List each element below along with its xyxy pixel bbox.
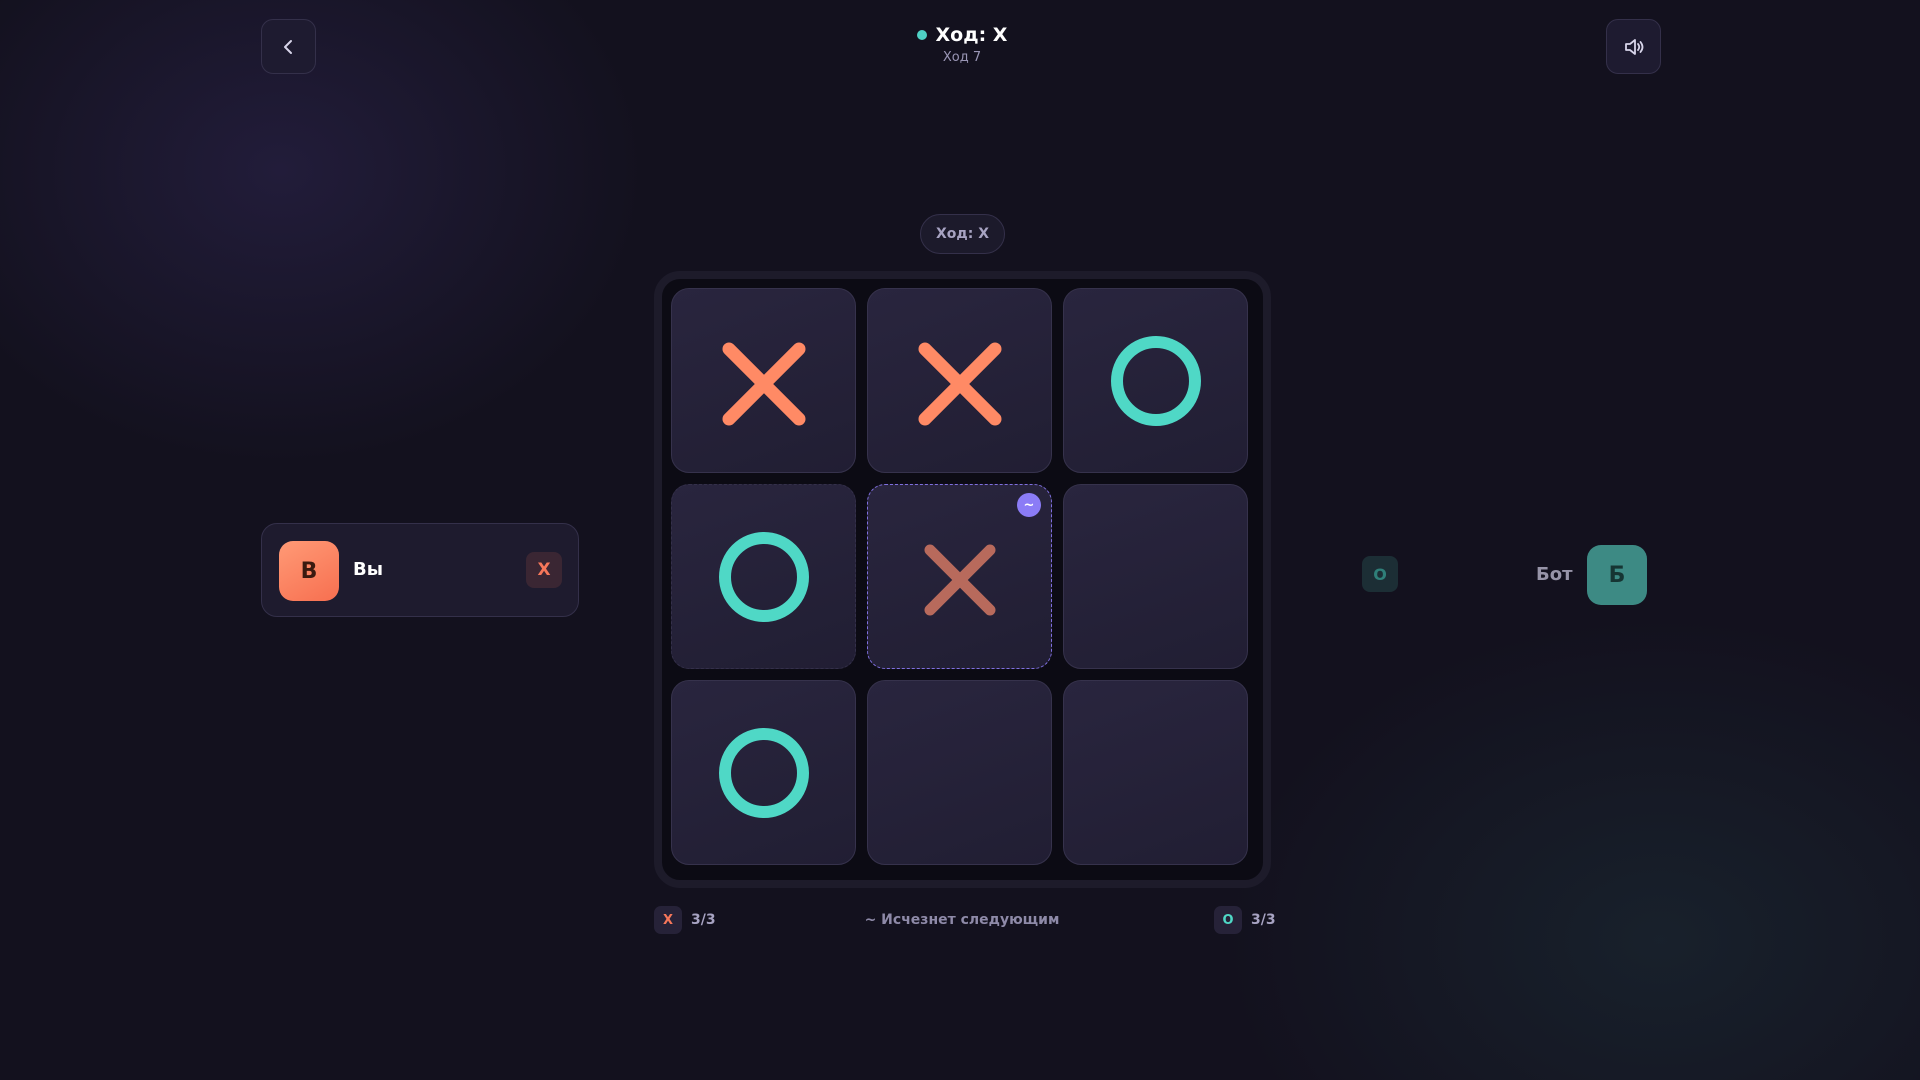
turn-pill: Ход: X xyxy=(920,214,1005,254)
x-mark xyxy=(918,342,1002,426)
o-mark xyxy=(719,728,809,818)
board-cell-r1c3[interactable] xyxy=(1063,288,1248,473)
board-cell-r2c1[interactable] xyxy=(671,484,856,669)
o-counter-mark: O xyxy=(1214,906,1242,934)
player-card: В Вы X xyxy=(261,523,579,617)
board-cell-r1c2[interactable] xyxy=(867,288,1052,473)
bot-avatar: Б xyxy=(1587,545,1647,605)
board-cell-r3c1[interactable] xyxy=(671,680,856,865)
x-counter-value: 3/3 xyxy=(691,912,716,928)
turn-header: Ход: X Ход 7 xyxy=(860,24,1064,65)
x-mark xyxy=(722,342,806,426)
board-cell-r3c2[interactable] xyxy=(867,680,1052,865)
back-button[interactable] xyxy=(261,19,316,74)
o-mark xyxy=(1111,336,1201,426)
move-counter: Ход 7 xyxy=(942,50,982,65)
o-counter-value: 3/3 xyxy=(1251,912,1276,928)
player-avatar: В xyxy=(279,541,339,601)
board-cell-r2c3[interactable] xyxy=(1063,484,1248,669)
turn-indicator-dot xyxy=(916,30,927,40)
x-counter-mark: X xyxy=(654,906,682,934)
chevron-left-icon xyxy=(283,39,292,54)
board-cell-r3c3[interactable] xyxy=(1063,680,1248,865)
player-mark-badge: X xyxy=(526,552,562,588)
x-piece-counter: X 3/3 xyxy=(654,906,716,934)
board-cell-r1c1[interactable] xyxy=(671,288,856,473)
o-mark xyxy=(719,532,809,622)
fade-hint: ~ Исчезнет следующим xyxy=(864,912,1060,928)
turn-title: Ход: X xyxy=(935,24,1008,46)
board-cell-r2c2[interactable]: ~ xyxy=(867,484,1052,669)
player-name: Вы xyxy=(353,559,383,580)
game-board: ~ xyxy=(654,271,1271,888)
bot-name: Бот xyxy=(1536,564,1573,585)
sound-button[interactable] xyxy=(1606,19,1661,74)
bot-mark-badge: O xyxy=(1362,556,1398,592)
speaker-icon xyxy=(1624,38,1643,55)
fade-badge: ~ xyxy=(1017,493,1041,517)
o-piece-counter: O 3/3 xyxy=(1214,906,1276,934)
